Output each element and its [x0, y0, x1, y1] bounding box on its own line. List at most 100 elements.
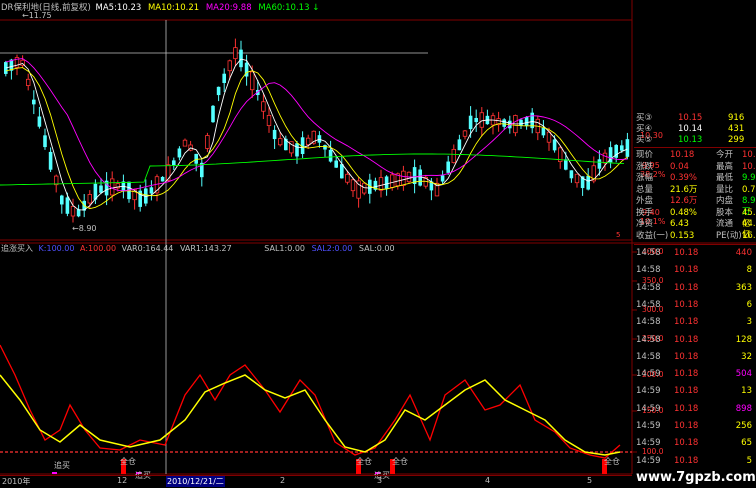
stats-row: 收益(一)0.153PE(动)16.5 [636, 230, 756, 241]
candle-body [524, 117, 529, 126]
candle-body [149, 187, 154, 194]
candle-body [446, 161, 450, 173]
ma60-label: MA60:10.13 [258, 3, 310, 13]
k-line [0, 344, 621, 459]
candle-body [249, 71, 255, 91]
ma20-label: MA20:9.88 [205, 3, 252, 13]
stats-row: 净资6.43流通44.9亿 [636, 219, 756, 240]
book-row-3: 买⑤ 10.13 299 [636, 135, 745, 145]
x-axis [0, 475, 632, 488]
candle-body [222, 73, 226, 83]
stats-row: 外盘12.6万内盘8.97万 [636, 196, 756, 217]
indicator-k1: K:100.00 [38, 244, 75, 253]
marker-5: 5 [616, 231, 621, 239]
stats-row: 涨幅0.39%最低9.99 [636, 173, 756, 183]
candle-body [25, 78, 31, 86]
candle-body [328, 149, 333, 162]
candle-body [586, 175, 590, 190]
candle-body [457, 139, 462, 151]
full-label-1: 全仓 [120, 457, 136, 466]
candle-body [569, 170, 574, 179]
candle-body [574, 173, 580, 184]
candle-body [216, 86, 221, 96]
buy-label-1: 追买 [54, 461, 70, 470]
candle-body [261, 101, 266, 112]
candle-body [564, 159, 568, 170]
indicator-name: 追涨买入 [1, 244, 33, 253]
candle-body [272, 129, 277, 140]
candle-body [227, 60, 232, 72]
x-axis-cursor-date: 2010/12/21/二 [166, 476, 225, 487]
candle-body [233, 47, 238, 60]
indicator-header: 追涨买入 K:100.00 A:100.00 VAR0:164.44 VAR1:… [1, 243, 395, 254]
tick-row: 14:58 10.18 3 [636, 317, 752, 328]
tick-row: 14:58 10.18 128 [636, 334, 752, 345]
ma5-line [5, 58, 628, 211]
tick-row: 14:58 10.18 440 [636, 248, 752, 258]
candle-body [266, 114, 272, 127]
candle-body [295, 143, 299, 157]
candle-body [401, 170, 406, 186]
candle-body [43, 135, 47, 148]
candle-body [87, 194, 92, 204]
candle-body [277, 138, 283, 146]
candle-body [552, 139, 557, 151]
high-price-label: ←11.75 [22, 11, 52, 20]
indicator-var1: VAR1:143.27 [179, 244, 232, 253]
candle-body [205, 135, 210, 149]
x-axis-12: 12 [117, 476, 128, 485]
candle-body [160, 176, 165, 182]
candle-body [65, 197, 70, 214]
ma10-label: MA10:10.21 [147, 3, 200, 13]
candle-body [620, 145, 624, 151]
tick-row: 14:58 10.18 8 [636, 265, 752, 276]
candle-body [451, 148, 456, 164]
candle-body [60, 195, 64, 205]
tick-row: 14:59 10.18 5 [636, 455, 752, 466]
candle-body [239, 49, 243, 68]
full-label-4: 全仓 [604, 457, 620, 466]
candlesticks [4, 38, 630, 223]
signal-line [0, 374, 621, 456]
indicator-sal2: SAL2:0.00 [311, 244, 353, 253]
low-price-label: ←8.90 [72, 224, 97, 233]
candle-body [70, 205, 76, 217]
stats-row: 总量21.6万量比0.78 [636, 184, 756, 195]
candle-body [350, 179, 356, 192]
candle-body [389, 174, 395, 188]
candle-body [305, 137, 311, 146]
tick-row: 14:59 10.18 65 [636, 438, 752, 449]
candle-body [334, 160, 338, 168]
candle-body [32, 99, 36, 105]
candle-body [37, 116, 42, 127]
x-axis-2010: 2010年 [2, 477, 31, 486]
x-axis-4: 4 [485, 476, 491, 485]
candle-body [597, 159, 602, 169]
candle-body [384, 176, 389, 189]
indicator-k2: A:100.00 [80, 244, 117, 253]
tick-row: 14:58 10.18 32 [636, 351, 752, 362]
indicator-var0: VAR0:164.44 [121, 244, 174, 253]
candle-body [345, 173, 350, 183]
down-arrow-icon: ↓ [312, 3, 320, 13]
tick-row: 14:58 10.18 6 [636, 299, 752, 310]
candle-body [502, 119, 506, 127]
x-axis-5: 5 [587, 476, 593, 485]
indicator-panel [0, 344, 632, 474]
candle-body [323, 145, 327, 150]
candle-body [48, 151, 53, 170]
full-label-2: 全仓 [356, 457, 372, 466]
candle-body [165, 164, 171, 181]
book-row-1: 买③ 10.15 916 [636, 113, 745, 123]
candle-body [418, 169, 422, 186]
watermark: www.7gpzb.com [636, 470, 756, 485]
stats-row: 涨跌0.04最高10.18 [636, 161, 756, 172]
candle-body [99, 185, 103, 193]
candle-body [479, 112, 484, 128]
tick-row: 14:58 10.18 363 [636, 282, 752, 293]
stats-row: 换手0.48%股本45.8亿 [636, 207, 756, 229]
candle-body [625, 139, 630, 157]
ma10-line [5, 67, 628, 210]
candle-body [211, 105, 215, 123]
candle-body [172, 160, 176, 166]
